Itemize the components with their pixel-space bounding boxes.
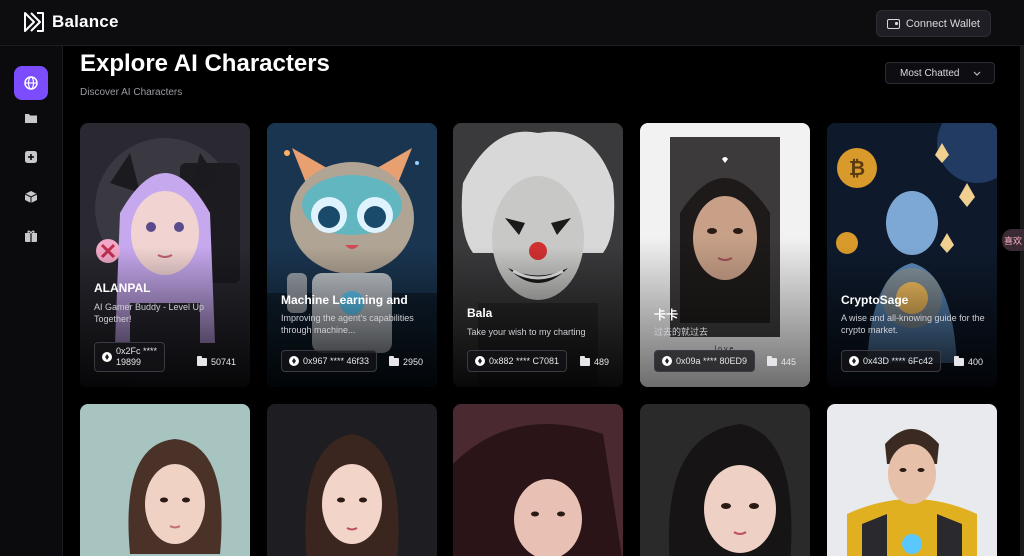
- card-name: ALANPAL: [94, 281, 151, 295]
- wallet-address: 0x2Fc ****: [116, 346, 158, 356]
- plus-square-icon: [25, 151, 37, 163]
- balance-logo-icon: [24, 12, 44, 32]
- card-description: 过去的就过去: [654, 327, 709, 337]
- logo[interactable]: Balance: [22, 10, 119, 34]
- chat-count-value: 489: [593, 357, 609, 367]
- sidebar-item-explore[interactable]: [14, 66, 48, 100]
- eth-coin-icon: [662, 356, 672, 366]
- card-description: Improving the agent's capabilities throu…: [281, 313, 414, 335]
- page-title: Explore AI Characters: [80, 50, 330, 77]
- chat-count: 445: [766, 356, 796, 367]
- chat-count-value: 2950: [402, 357, 423, 367]
- card-name: Bala: [467, 306, 493, 320]
- wallet-address-chip[interactable]: 0x2Fc **** 19899: [94, 342, 166, 372]
- sidebar-item-create[interactable]: [14, 140, 48, 174]
- wallet-address: 0x43D **** 6Fc42: [863, 356, 934, 366]
- folder-icon: [953, 356, 964, 366]
- chat-count: 400: [953, 356, 983, 367]
- wallet-address-chip[interactable]: 0x09a **** 80ED9: [654, 350, 756, 372]
- folder-icon: [196, 356, 207, 366]
- wallet-address-chip[interactable]: 0x43D **** 6Fc42: [841, 350, 942, 372]
- character-image: [267, 404, 437, 556]
- chat-count: 2950: [388, 356, 423, 367]
- character-card-cryptosage[interactable]: ₿ CryptoSage A wise and all-knowing guid…: [827, 123, 997, 387]
- sort-selected-label: Most Chatted: [900, 67, 960, 79]
- chat-count: 489: [579, 356, 609, 367]
- card-name: Machine Learning and: [281, 293, 408, 307]
- folder-icon: [766, 356, 777, 366]
- gift-icon: [25, 230, 37, 242]
- eth-coin-icon: [102, 352, 112, 362]
- wallet-address-suffix: 19899: [116, 357, 142, 367]
- scrollbar[interactable]: [1020, 46, 1024, 556]
- wallet-address: 0x882 **** C7081: [489, 356, 560, 366]
- character-card-bala[interactable]: Bala Take your wish to my charting 0x882…: [453, 123, 623, 387]
- chat-count-value: 50741: [210, 357, 236, 367]
- character-image: [453, 404, 623, 556]
- character-card-kaka[interactable]: love 卡卡 过去的就过去 0x09a **** 80ED9 445: [640, 123, 810, 387]
- folder-icon: [388, 356, 399, 366]
- sidebar: [0, 46, 63, 556]
- sidebar-item-cube[interactable]: [14, 180, 48, 214]
- favorites-side-tab[interactable]: 喜欢: [1002, 229, 1024, 251]
- wallet-address-chip[interactable]: 0x967 **** 46f33: [281, 350, 378, 372]
- wallet-address: 0x09a **** 80ED9: [676, 356, 748, 366]
- page-subtitle: Discover AI Characters: [80, 87, 183, 98]
- character-image: [827, 404, 997, 556]
- character-image: [80, 404, 250, 556]
- character-card-row2-2[interactable]: [267, 404, 437, 556]
- eth-coin-icon: [849, 356, 859, 366]
- wallet-address: 0x967 **** 46f33: [303, 356, 370, 366]
- character-card-alanpal[interactable]: ALANPAL AI Gamer Buddy - Level Up Togeth…: [80, 123, 250, 387]
- svg-text:₿: ₿: [849, 156, 865, 180]
- wallet-icon: [886, 18, 900, 29]
- main-content: Explore AI Characters Discover AI Charac…: [63, 46, 1024, 556]
- cube-icon: [24, 191, 38, 203]
- character-card-row2-4[interactable]: [640, 404, 810, 556]
- chat-count-value: 400: [967, 357, 983, 367]
- character-card-machine-learning[interactable]: Machine Learning and Improving the agent…: [267, 123, 437, 387]
- folder-icon: [579, 356, 590, 366]
- card-name: 卡卡: [654, 308, 679, 322]
- top-bar: Balance Connect Wallet: [0, 0, 1024, 46]
- connect-wallet-label: Connect Wallet: [905, 17, 980, 30]
- folder-icon: [25, 114, 37, 123]
- card-name: CryptoSage: [841, 293, 909, 307]
- character-card-row2-1[interactable]: [80, 404, 250, 556]
- chevron-down-icon: [973, 71, 981, 76]
- character-image: [640, 404, 810, 556]
- chat-count: 50741: [196, 356, 236, 367]
- character-card-row2-5[interactable]: [827, 404, 997, 556]
- app-name: Balance: [52, 12, 119, 31]
- sidebar-item-folder[interactable]: [14, 101, 48, 135]
- connect-wallet-button[interactable]: Connect Wallet: [875, 10, 991, 37]
- wallet-address-chip[interactable]: 0x882 **** C7081: [467, 350, 568, 372]
- card-description: AI Gamer Buddy - Level Up Together!: [94, 302, 205, 324]
- globe-icon: [24, 76, 38, 90]
- eth-coin-icon: [289, 356, 299, 366]
- chat-count-value: 445: [780, 357, 796, 367]
- character-card-row2-3[interactable]: [453, 404, 623, 556]
- eth-coin-icon: [475, 356, 485, 366]
- card-description: Take your wish to my charting: [467, 327, 586, 337]
- sort-dropdown[interactable]: Most Chatted: [885, 62, 995, 84]
- card-description: A wise and all-knowing guide for the cry…: [841, 313, 985, 335]
- sidebar-item-gift[interactable]: [14, 219, 48, 253]
